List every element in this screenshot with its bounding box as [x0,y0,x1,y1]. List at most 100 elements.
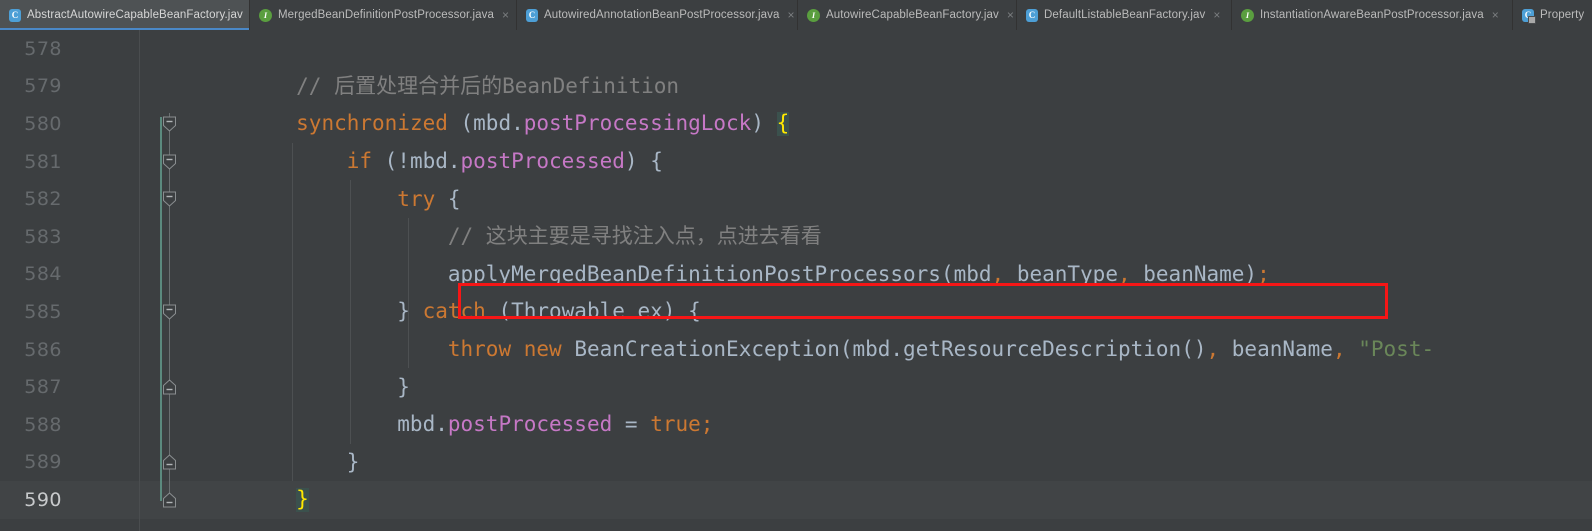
editor-tab-label: InstantiationAwareBeanPostProcessor.java [1260,9,1484,21]
code-folding-column[interactable] [155,30,185,531]
code-token: ) [751,111,777,136]
code-token: ; [1257,261,1270,286]
code-token: // 后置处理合并后的BeanDefinition [195,73,680,98]
code-token: BeanCreationException(mbd.getResourceDes… [561,337,1207,362]
line-number: 586 [24,338,62,361]
code-token: } [195,299,423,324]
line-number: 578 [24,37,62,60]
code-text: } [140,368,1592,406]
java-class-icon: C [1026,8,1038,22]
editor-gutter[interactable]: 582 [0,180,140,218]
code-token: "Post- [1358,337,1435,362]
code-editor[interactable]: 578 579 // 后置处理合并后的BeanDefinition 580 sync… [0,30,1592,531]
close-icon[interactable]: × [1007,9,1014,22]
code-line[interactable]: 584 applyMergedBeanDefinitionPostProcess… [0,255,1592,294]
code-token: } [296,486,309,512]
code-line[interactable]: 585 } catch (Throwable ex) { [0,293,1592,331]
editor-gutter[interactable]: 579 [0,67,140,106]
fold-collapse-icon[interactable] [161,116,178,133]
code-token: } [195,449,360,474]
code-token: ) { [624,149,663,174]
editor-tab[interactable]: I MergedBeanDefinitionPostProcessor.java × [250,0,517,30]
fold-expand-end-icon[interactable] [161,454,178,471]
code-token: // 这块主要是寻找注入点，点进去看看 [195,224,822,249]
code-text: } [140,444,1592,482]
code-text: } catch (Throwable ex) { [140,293,1592,331]
code-token: if [346,149,373,174]
editor-tab[interactable]: I InstantiationAwareBeanPostProcessor.jav… [1232,0,1513,30]
editor-tab-label: AbstractAutowireCapableBeanFactory.jav [27,9,243,21]
code-token: , [1206,337,1220,362]
code-token: (mbd. [447,111,524,136]
close-icon[interactable]: × [1213,9,1220,22]
code-line[interactable]: 583 // 这块主要是寻找注入点，点进去看看 [0,217,1592,256]
editor-gutter[interactable]: 586 [0,330,140,369]
close-icon[interactable]: × [1492,9,1499,22]
code-line[interactable]: 588 mbd. postProcessed = true; [0,405,1592,444]
editor-tab[interactable]: I AutowireCapableBeanFactory.jav × [798,0,1017,30]
code-line[interactable]: 586 throw new BeanCreationException(mbd.… [0,330,1592,369]
code-text: synchronized (mbd. postProcessingLock) { [140,105,1592,143]
code-text: // 后置处理合并后的BeanDefinition [140,68,1592,106]
fold-expand-end-icon[interactable] [161,379,178,396]
fold-collapse-icon[interactable] [161,153,178,170]
code-token: = [612,412,651,437]
code-token: { [776,110,790,136]
code-line[interactable]: 581 if (!mbd. postProcessed) { [0,142,1592,181]
java-interface-icon: I [1241,8,1254,22]
code-token: postProcessed [447,412,613,437]
code-line[interactable]: 590 } [0,481,1592,519]
code-token: catch [422,299,486,324]
code-token: mbd. [195,412,448,437]
editor-tab[interactable]: CAbstractAutowireCapableBeanFactory.jav× [0,0,258,30]
editor-gutter[interactable]: 587 [0,368,140,406]
editor-gutter[interactable]: 585 [0,293,140,331]
editor-gutter[interactable]: 588 [0,405,140,444]
java-class-locked-icon: C [1522,8,1536,24]
fold-collapse-icon[interactable] [161,191,178,208]
line-number: 583 [24,225,62,248]
code-line[interactable]: 580 synchronized (mbd. postProcessingLock… [0,105,1592,143]
code-token: beanName [1219,337,1333,362]
editor-gutter[interactable]: 583 [0,217,140,256]
editor-gutter[interactable]: 580 [0,105,140,143]
line-number: 581 [24,150,62,173]
editor-tab[interactable]: C AutowiredAnnotationBeanPostProcessor.ja… [517,0,798,30]
close-icon[interactable]: × [788,9,795,22]
editor-tab-label: AutowireCapableBeanFactory.jav [826,9,999,21]
code-line[interactable]: 587 } [0,368,1592,406]
editor-gutter[interactable]: 581 [0,142,140,181]
fold-expand-end-icon[interactable] [161,492,178,509]
code-token: new [523,337,562,362]
close-icon[interactable]: × [502,9,509,22]
code-line[interactable]: 578 [0,30,1592,68]
code-text: applyMergedBeanDefinitionPostProcessors(… [140,256,1592,294]
code-line[interactable]: 589 } [0,443,1592,482]
code-line[interactable]: 579 // 后置处理合并后的BeanDefinition [0,67,1592,106]
fold-collapse-icon[interactable] [161,304,178,321]
code-token: postProcessed [460,149,625,174]
java-class-icon: C [9,8,21,22]
code-token: ; [700,412,714,437]
code-token: throw [447,337,512,362]
gutter-divider [139,30,140,531]
line-number: 582 [24,188,62,211]
code-token: , [991,261,1005,286]
editor-gutter[interactable]: 590 [0,481,140,519]
editor-gutter[interactable]: 578 [0,30,140,68]
editor-gutter[interactable]: 584 [0,255,140,294]
editor-tab-label: AutowiredAnnotationBeanPostProcessor.jav… [544,9,780,21]
code-token: , [1117,261,1131,286]
code-line[interactable]: 582 try { [0,180,1592,218]
editor-tab[interactable]: C Property [1513,0,1592,30]
lock-badge-icon [1528,15,1536,24]
java-interface-icon: I [807,8,820,22]
line-number: 579 [24,75,62,98]
editor-tab[interactable]: C DefaultListableBeanFactory.jav × [1017,0,1232,30]
editor-gutter[interactable]: 589 [0,443,140,482]
editor-tab-label: MergedBeanDefinitionPostProcessor.java [278,9,495,21]
java-interface-icon: I [259,8,272,22]
